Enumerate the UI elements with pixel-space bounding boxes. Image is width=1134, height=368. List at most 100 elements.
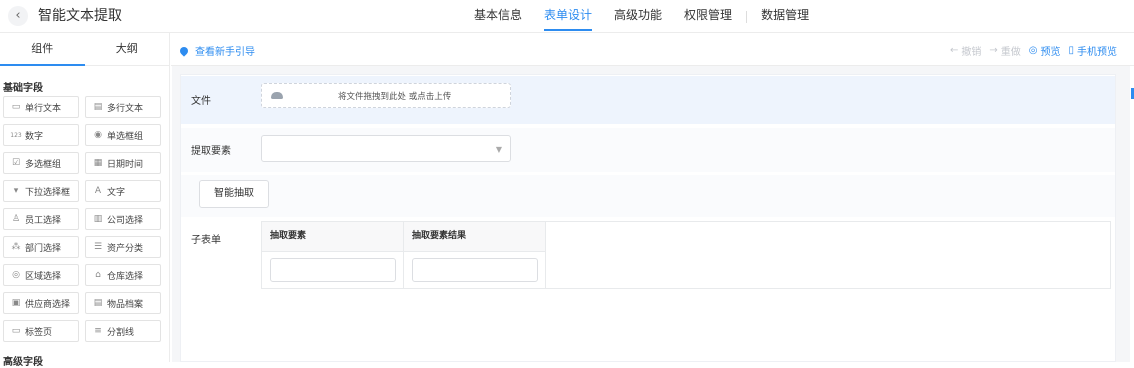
field-company-select[interactable]: ▥ 公司选择	[85, 208, 161, 230]
component-sidebar: 组件 大纲 基础字段 ▭ 单行文本 ▤ 多行文本 123 数字 ◉ 单选框组 ☑ 多选框组…	[0, 33, 170, 368]
tab-basic-info[interactable]: 基本信息	[474, 0, 522, 33]
location-icon: ◎	[12, 270, 20, 280]
page-title: 智能文本提取	[38, 8, 122, 24]
column-header: 抽取要素结果	[404, 222, 545, 252]
tab-form-design[interactable]: 表单设计	[544, 0, 593, 33]
field-label: 标签页	[25, 327, 53, 338]
field-item-archive[interactable]: ▤ 物品档案	[85, 292, 161, 314]
form-row-file[interactable]: 文件 将文件拖拽到此处 或点击上传	[181, 76, 1115, 124]
field-label: 多选框组	[25, 159, 62, 170]
arrow-left-icon: ←	[949, 45, 959, 56]
field-asset-category[interactable]: ☰ 资产分类	[85, 236, 161, 258]
field-label: 单选框组	[107, 131, 144, 142]
undo-button[interactable]: ← 撤销	[950, 43, 981, 58]
number-icon: 123	[10, 131, 22, 139]
textarea-icon: ▤	[93, 102, 103, 112]
extract-element-input[interactable]	[270, 258, 396, 282]
toolbar-actions: ← 撤销 → 重做 ◎ 预览 ▯ 手机预览	[942, 43, 1117, 58]
guide-link[interactable]: 查看新手引导	[178, 43, 255, 58]
mobile-preview-label: 手机预览	[1077, 47, 1117, 58]
tab-data-management[interactable]: 数据管理	[761, 0, 809, 33]
list-icon: ☰	[93, 242, 103, 252]
field-label: 分割线	[107, 327, 135, 338]
field-label: 区域选择	[25, 271, 62, 282]
location-pin-icon	[178, 44, 190, 57]
eye-icon: ◎	[1028, 45, 1038, 56]
field-label: 仓库选择	[107, 271, 144, 282]
field-label: 公司选择	[107, 215, 144, 226]
store-icon: ▣	[11, 298, 21, 308]
warehouse-icon: ⌂	[95, 270, 101, 280]
field-region-select[interactable]: ◎ 区域选择	[3, 264, 79, 286]
tab-icon: ▭	[11, 326, 21, 336]
field-label: 数字	[25, 131, 44, 142]
field-single-line-text[interactable]: ▭ 单行文本	[3, 96, 79, 118]
subform-label: 子表单	[191, 235, 221, 246]
field-multi-line-text[interactable]: ▤ 多行文本	[85, 96, 161, 118]
subform-table: 抽取要素 抽取要素结果	[261, 221, 1111, 289]
field-label: 资产分类	[107, 243, 144, 254]
field-label: 文字	[107, 187, 126, 198]
field-label: 供应商选择	[25, 299, 71, 310]
field-checkbox-group[interactable]: ☑ 多选框组	[3, 152, 79, 174]
sidebar-tabs: 组件 大纲	[0, 33, 169, 66]
arrow-right-icon: →	[989, 45, 998, 56]
redo-button[interactable]: → 重做	[989, 43, 1020, 58]
tab-divider	[746, 10, 748, 23]
preview-button[interactable]: ◎ 预览	[1029, 43, 1061, 58]
checkbox-icon: ☑	[11, 158, 21, 168]
tab-advanced[interactable]: 高级功能	[614, 0, 662, 33]
text-icon: A	[94, 186, 102, 196]
field-datetime[interactable]: ▦ 日期时间	[85, 152, 161, 174]
field-label: 多行文本	[107, 103, 144, 114]
field-label: 下拉选择框	[25, 187, 71, 198]
form-row-subform[interactable]: 子表单 抽取要素 抽取要素结果	[181, 221, 1115, 291]
guide-label: 查看新手引导	[195, 47, 255, 58]
section-title-basic: 基础字段	[3, 83, 43, 94]
form-row-extract-elements[interactable]: 提取要素 ▼	[181, 128, 1115, 172]
mobile-preview-button[interactable]: ▯ 手机预览	[1068, 43, 1117, 58]
tab-components[interactable]: 组件	[0, 33, 85, 66]
extract-result-input[interactable]	[412, 258, 538, 282]
field-radio-group[interactable]: ◉ 单选框组	[85, 124, 161, 146]
field-label: 物品档案	[107, 299, 144, 310]
field-tab-page[interactable]: ▭ 标签页	[3, 320, 79, 342]
calendar-icon: ▦	[93, 158, 103, 168]
field-text[interactable]: A 文字	[85, 180, 161, 202]
top-bar: ‹ 智能文本提取 基本信息 表单设计 高级功能 权限管理 数据管理	[0, 0, 1134, 33]
field-dropdown[interactable]: ▾ 下拉选择框	[3, 180, 79, 202]
field-label: 单行文本	[25, 103, 62, 114]
field-supplier-select[interactable]: ▣ 供应商选择	[3, 292, 79, 314]
file-upload-dropzone[interactable]: 将文件拖拽到此处 或点击上传	[261, 83, 511, 108]
field-department-select[interactable]: ⁂ 部门选择	[3, 236, 79, 258]
section-title-advanced: 高级字段	[3, 357, 43, 368]
dropdown-icon: ▾	[13, 186, 19, 196]
field-number[interactable]: 123 数字	[3, 124, 79, 146]
field-employee-select[interactable]: ♙ 员工选择	[3, 208, 79, 230]
form-area: 文件 将文件拖拽到此处 或点击上传 提取要素 ▼ 智能抽取 子表单 抽取要素 抽…	[180, 74, 1116, 362]
person-icon: ♙	[11, 214, 21, 224]
cloud-upload-icon	[271, 92, 283, 99]
phone-icon: ▯	[1068, 45, 1074, 56]
radio-icon: ◉	[94, 130, 102, 140]
field-warehouse-select[interactable]: ⌂ 仓库选择	[85, 264, 161, 286]
extract-elements-label: 提取要素	[191, 146, 231, 157]
column-header: 抽取要素	[262, 222, 403, 252]
back-icon[interactable]: ‹	[8, 6, 28, 26]
org-chart-icon: ⁂	[11, 242, 21, 252]
field-label: 部门选择	[25, 243, 62, 254]
archive-icon: ▤	[93, 298, 103, 308]
field-divider[interactable]: ≡ 分割线	[85, 320, 161, 342]
field-grid: ▭ 单行文本 ▤ 多行文本 123 数字 ◉ 单选框组 ☑ 多选框组 ▦ 日期时间 ▾ 下拉选…	[0, 96, 169, 342]
tab-permissions[interactable]: 权限管理	[684, 0, 732, 33]
chevron-down-icon: ▼	[495, 145, 502, 154]
textbox-icon: ▭	[11, 102, 21, 112]
field-label: 员工选择	[25, 215, 62, 226]
smart-extract-button[interactable]: 智能抽取	[199, 180, 269, 208]
file-label: 文件	[191, 96, 211, 107]
extract-elements-select[interactable]: ▼	[261, 135, 511, 162]
subform-column: 抽取要素	[262, 222, 404, 289]
main-tabs: 基本信息 表单设计 高级功能 权限管理 数据管理	[474, 0, 831, 33]
divider-icon: ≡	[94, 326, 102, 336]
tab-outline[interactable]: 大纲	[85, 33, 170, 65]
